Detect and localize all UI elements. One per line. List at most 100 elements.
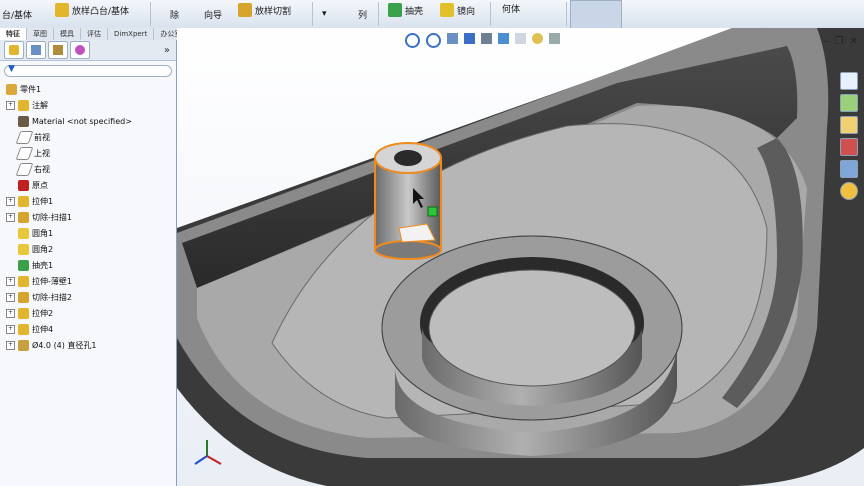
tree-item-label: 圆角2 bbox=[32, 244, 54, 254]
tree-item[interactable]: + 拉伸4 bbox=[6, 321, 176, 337]
tree-item-label: 拉伸-薄壁1 bbox=[32, 276, 72, 286]
tree-item[interactable]: 原点 bbox=[6, 177, 176, 193]
extrude-thin-icon bbox=[18, 275, 29, 287]
expand-icon[interactable]: + bbox=[6, 196, 15, 206]
tree-item-label: 注解 bbox=[32, 100, 48, 110]
expand-icon[interactable]: + bbox=[6, 100, 15, 110]
tab-sketch[interactable]: 草图 bbox=[27, 28, 54, 40]
close-icon[interactable]: ✕ bbox=[850, 36, 858, 47]
tree-item-label: Material <not specified> bbox=[32, 116, 132, 126]
tree-item-label: 右视 bbox=[34, 164, 50, 174]
mirror-button[interactable]: 镜向 bbox=[440, 0, 475, 24]
zoom-area-icon[interactable] bbox=[426, 33, 441, 48]
section-view-icon[interactable] bbox=[464, 33, 475, 44]
tree-item[interactable]: Material <not specified> bbox=[6, 113, 176, 129]
view-palette-icon[interactable] bbox=[840, 160, 858, 178]
tree-item-label: 原点 bbox=[32, 180, 48, 190]
expand-icon[interactable]: + bbox=[6, 276, 15, 286]
boss-base-button[interactable]: 台/基体 bbox=[2, 0, 32, 28]
tree-item[interactable]: 上视 bbox=[6, 145, 176, 161]
origin-icon bbox=[18, 179, 29, 191]
reference-geometry-label: 何体 bbox=[502, 4, 521, 15]
tab-evaluate[interactable]: 评估 bbox=[81, 28, 108, 40]
pattern-label: 列 bbox=[358, 10, 368, 21]
tree-item[interactable]: 前视 bbox=[6, 129, 176, 145]
zoom-to-fit-icon[interactable] bbox=[405, 33, 420, 48]
tree-item[interactable]: + 拉伸2 bbox=[6, 305, 176, 321]
expand-icon[interactable]: + bbox=[6, 292, 15, 302]
hide-show-items-icon[interactable] bbox=[515, 33, 526, 44]
plane-icon bbox=[15, 130, 34, 144]
expand-panel-icon[interactable]: » bbox=[164, 45, 170, 56]
shell-icon bbox=[388, 3, 402, 17]
fillet-icon bbox=[18, 243, 29, 255]
lofted-cut-icon bbox=[238, 3, 252, 17]
expand-icon[interactable]: + bbox=[6, 324, 15, 334]
apply-scene-icon[interactable] bbox=[549, 33, 560, 44]
tree-item-label: Ø4.0 (4) 直径孔1 bbox=[32, 340, 97, 350]
display-style-icon[interactable] bbox=[498, 33, 509, 44]
instant3d-button[interactable] bbox=[570, 0, 622, 30]
tree-item-label: 切除-扫描1 bbox=[32, 212, 72, 222]
tree-item[interactable]: + 拉伸1 bbox=[6, 193, 176, 209]
search-icon[interactable] bbox=[840, 138, 858, 156]
tree-item-label: 前视 bbox=[34, 132, 50, 142]
configuration-tab[interactable] bbox=[48, 41, 68, 59]
expand-icon[interactable]: + bbox=[6, 212, 15, 222]
extrude-icon bbox=[18, 307, 29, 319]
command-manager-ribbon: 台/基体 放样凸台/基体 除 向导 放样切割 ▾ 列 抽壳 镜向 何体 bbox=[0, 0, 864, 30]
tree-root[interactable]: 零件1 bbox=[6, 81, 176, 97]
fillet-icon bbox=[18, 227, 29, 239]
appearances-icon[interactable] bbox=[840, 182, 858, 200]
hole-wizard-button[interactable]: 向导 bbox=[204, 0, 222, 28]
tree-item[interactable]: + 拉伸-薄壁1 bbox=[6, 273, 176, 289]
tree-item[interactable]: + 切除-扫描2 bbox=[6, 289, 176, 305]
property-icon bbox=[31, 45, 41, 55]
minimize-icon[interactable]: – bbox=[824, 36, 829, 47]
selection-handle[interactable] bbox=[427, 206, 438, 217]
tree-item[interactable]: 圆角2 bbox=[6, 241, 176, 257]
tree-filter-input[interactable]: ▼ bbox=[4, 64, 172, 77]
hole-wizard-label: 向导 bbox=[204, 10, 223, 21]
lofted-cut-button[interactable]: 放样切割 bbox=[238, 0, 291, 24]
tree-item[interactable]: + 切除-扫描1 bbox=[6, 209, 176, 225]
tree-item-label: 拉伸1 bbox=[32, 196, 54, 206]
graphics-area[interactable]: – ❐ ✕ bbox=[177, 28, 864, 486]
tab-dimxpert[interactable]: DimXpert bbox=[108, 28, 155, 40]
extruded-cut-label: 除 bbox=[170, 10, 180, 21]
expand-icon[interactable]: + bbox=[6, 308, 15, 318]
shell-label: 抽壳 bbox=[405, 6, 424, 17]
feature-tree-icon bbox=[9, 45, 19, 55]
shell-button[interactable]: 抽壳 bbox=[388, 0, 423, 24]
part-model-view bbox=[177, 28, 864, 486]
part-icon bbox=[6, 83, 17, 95]
lofted-boss-button[interactable]: 放样凸台/基体 bbox=[55, 0, 129, 24]
dropdown-icon: ▾ bbox=[322, 9, 327, 19]
tab-features[interactable]: 特征 bbox=[0, 28, 27, 40]
view-orientation-icon[interactable] bbox=[481, 33, 492, 44]
expand-icon[interactable]: + bbox=[6, 340, 15, 350]
tree-item[interactable]: 抽壳1 bbox=[6, 257, 176, 273]
edit-appearance-icon[interactable] bbox=[532, 33, 543, 44]
file-explorer-icon[interactable] bbox=[840, 116, 858, 134]
display-manager-tab[interactable] bbox=[70, 41, 90, 59]
extrude-icon bbox=[18, 195, 29, 207]
previous-view-icon[interactable] bbox=[447, 33, 458, 44]
tree-item[interactable]: + Ø4.0 (4) 直径孔1 bbox=[6, 337, 176, 353]
tree-item[interactable]: 右视 bbox=[6, 161, 176, 177]
tree-item[interactable]: 圆角1 bbox=[6, 225, 176, 241]
plane-icon bbox=[15, 162, 34, 176]
display-manager-icon bbox=[75, 45, 85, 55]
reference-geometry-button[interactable]: 何体 bbox=[502, 0, 520, 22]
linear-pattern-button[interactable]: 列 bbox=[358, 0, 367, 28]
design-library-icon[interactable] bbox=[840, 94, 858, 112]
tree-item[interactable]: + 注解 bbox=[6, 97, 176, 113]
tab-mold[interactable]: 模具 bbox=[54, 28, 81, 40]
solidworks-resources-icon[interactable] bbox=[840, 72, 858, 90]
tree-item-label: 切除-扫描2 bbox=[32, 292, 72, 302]
property-manager-tab[interactable] bbox=[26, 41, 46, 59]
restore-icon[interactable]: ❐ bbox=[835, 36, 844, 47]
more-button-1[interactable]: ▾ bbox=[322, 0, 327, 28]
extruded-cut-button[interactable]: 除 bbox=[170, 0, 179, 28]
feature-tree-tab[interactable] bbox=[4, 41, 24, 59]
